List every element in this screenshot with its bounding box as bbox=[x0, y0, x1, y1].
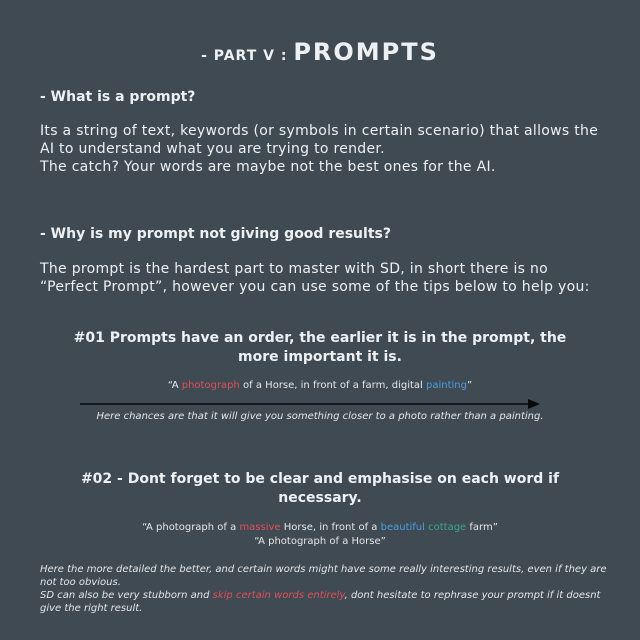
keyword-cottage: cottage bbox=[428, 522, 467, 533]
arrow-icon bbox=[80, 399, 540, 409]
tip-02-example-simple: “A photograph of a Horse” bbox=[254, 536, 386, 547]
tip-01-explanation: Here chances are that it will give you s… bbox=[96, 411, 544, 422]
keyword-skip: skip certain words entirely bbox=[212, 590, 345, 601]
footer-line-1: Here the more detailed the better, and c… bbox=[40, 564, 607, 588]
question-what-is-prompt: - What is a prompt? bbox=[40, 89, 196, 105]
keyword-painting: painting bbox=[425, 380, 467, 391]
page-title: - PART V : PROMPTS bbox=[0, 38, 640, 66]
answer-what-is-prompt: Its a string of text, keywords (or symbo… bbox=[40, 122, 605, 176]
answer-catch: The catch? Your words are maybe not the … bbox=[40, 159, 496, 175]
answer-text: Its a string of text, keywords (or symbo… bbox=[40, 123, 599, 157]
title-main: PROMPTS bbox=[293, 38, 439, 66]
keyword-massive: massive bbox=[239, 522, 281, 533]
tip-01-heading: #01 Prompts have an order, the earlier i… bbox=[73, 330, 567, 365]
answer-bad-results: The prompt is the hardest part to master… bbox=[40, 261, 590, 295]
question-bad-results: - Why is my prompt not giving good resul… bbox=[40, 226, 391, 242]
footer-line-2: SD can also be very stubborn and skip ce… bbox=[40, 590, 601, 614]
keyword-photograph: photograph bbox=[181, 380, 240, 391]
footer-note: Here the more detailed the better, and c… bbox=[40, 563, 610, 615]
tip-01-example: “A photograph of a Horse, in front of a … bbox=[167, 380, 473, 391]
keyword-beautiful: beautiful bbox=[380, 522, 425, 533]
tip-02-heading: #02 - Dont forget to be clear and emphas… bbox=[80, 471, 560, 506]
page: - PART V : PROMPTS - What is a prompt? I… bbox=[0, 0, 640, 640]
title-prefix: - PART V : bbox=[201, 48, 294, 64]
tip-02-example-detailed: “A photograph of a massive Horse, in fro… bbox=[142, 522, 498, 533]
